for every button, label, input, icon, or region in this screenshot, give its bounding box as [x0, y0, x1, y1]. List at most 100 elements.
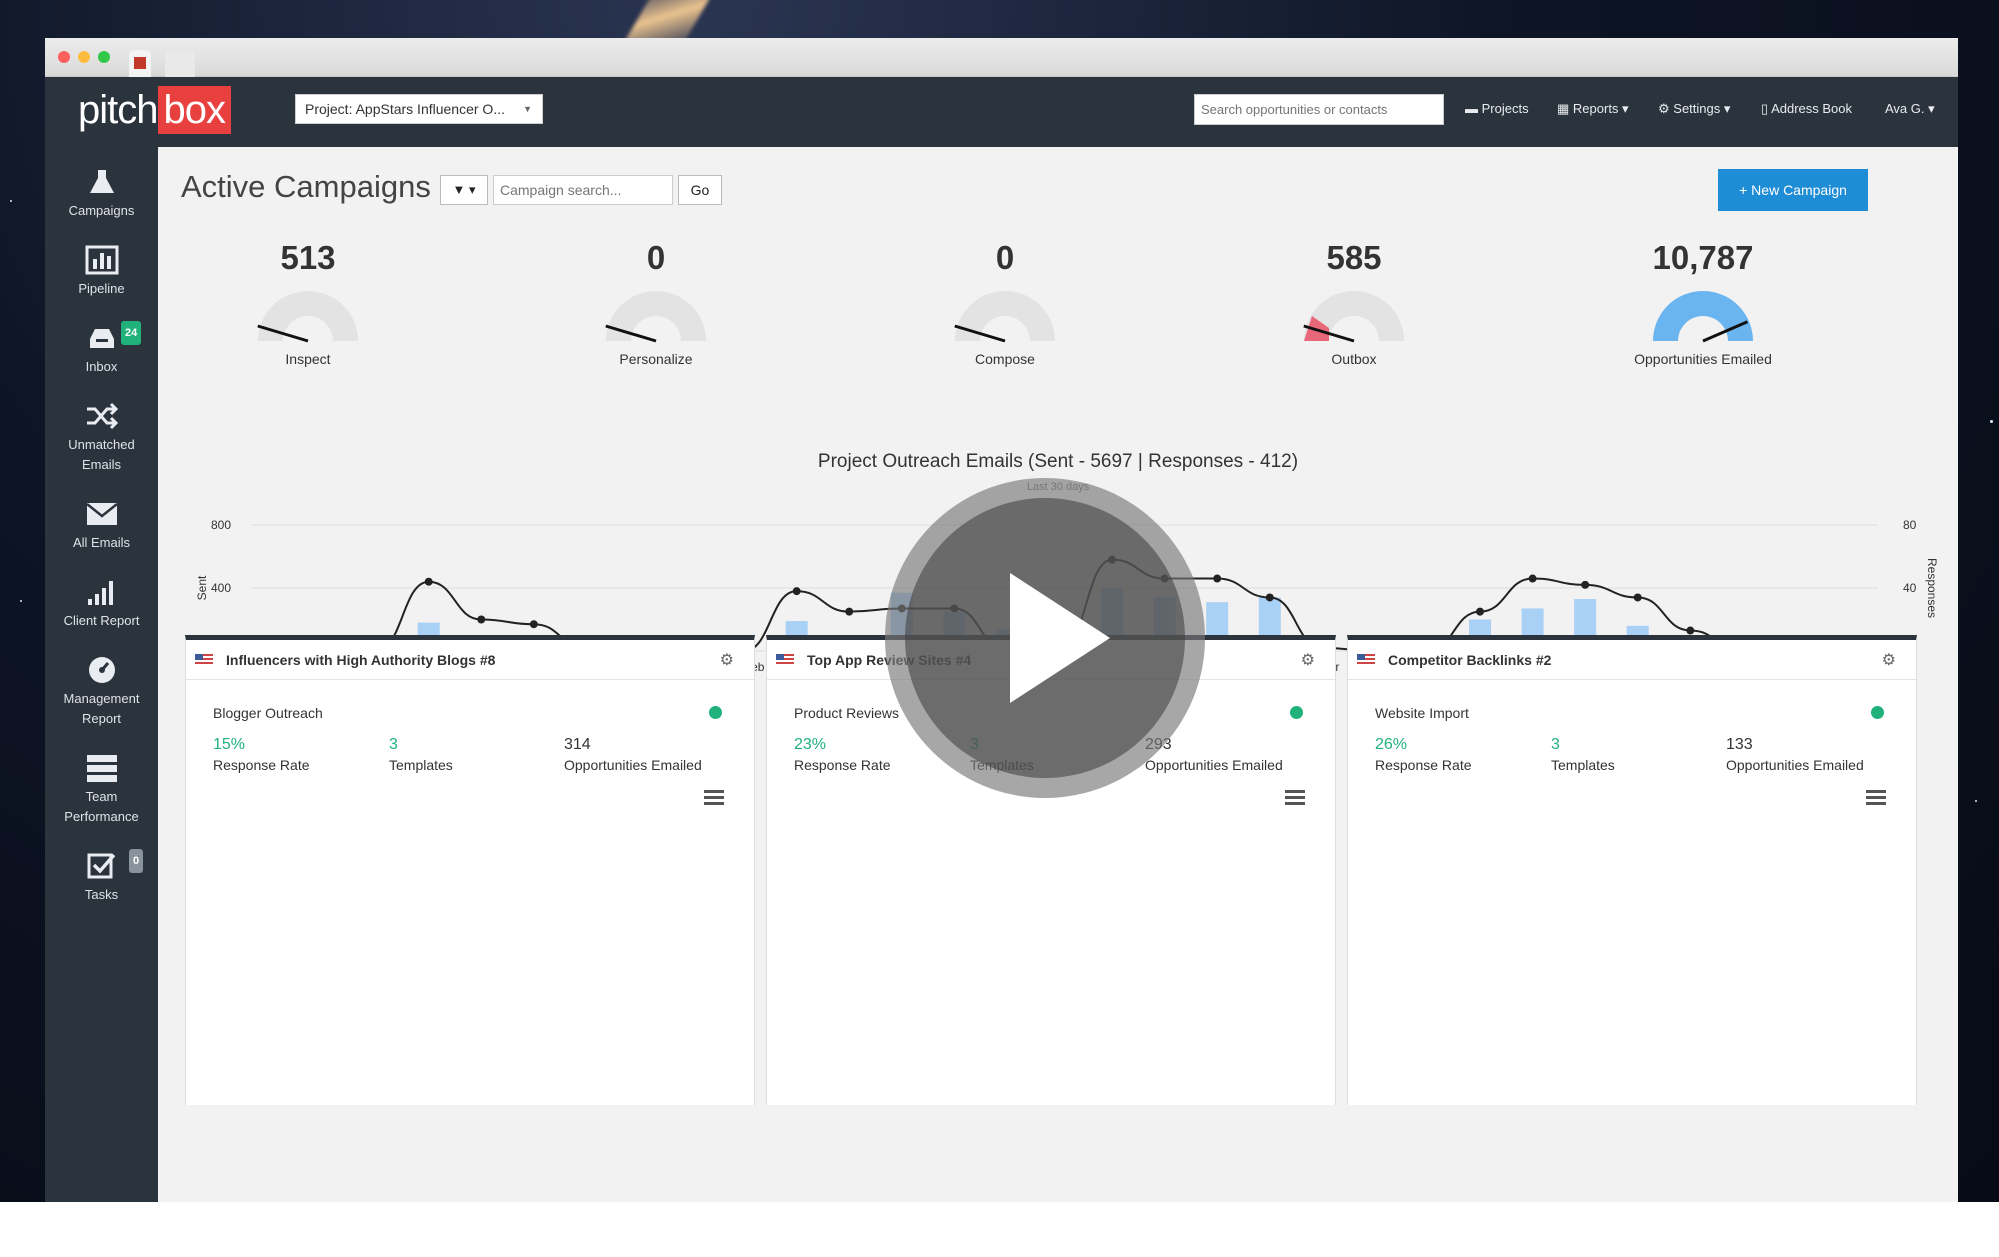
outreach-chart-title: Project Outreach Emails (Sent - 5697 | R…: [817, 451, 1299, 472]
campaign-type: Product Reviews: [794, 705, 900, 721]
folder-icon: ▬: [1465, 101, 1482, 116]
new-campaign-button[interactable]: + New Campaign: [1718, 169, 1868, 211]
gauge-outbox: 585 Outbox: [1264, 239, 1444, 367]
sidebar-item-management-report[interactable]: Management Report: [45, 655, 158, 729]
sidebar-item-label: Unmatched: [68, 437, 135, 452]
y-tick-label: 400: [211, 581, 231, 595]
emails-sent-point: [1633, 593, 1642, 602]
sidebar-item-label: Client Report: [63, 613, 140, 628]
star: [20, 600, 22, 602]
inbox-count-badge: 24: [121, 321, 142, 345]
gauge-label: Inspect: [285, 351, 331, 367]
campaign-title[interactable]: Competitor Backlinks #2: [1388, 652, 1551, 668]
opportunities-emailed-stat: 314 Opportunities Emailed: [564, 736, 702, 773]
templates-stat: 3 Templates: [389, 736, 453, 773]
pitchbox-logo[interactable]: pitch box: [78, 86, 231, 134]
project-select[interactable]: Project: AppStars Influencer O... ▼: [295, 94, 543, 124]
sidebar-item-label: Performance: [64, 809, 139, 824]
y2-tick-label: 40: [1903, 581, 1917, 595]
tasks-count-badge: 0: [129, 849, 144, 873]
browser-tab[interactable]: [129, 50, 151, 77]
close-window-button[interactable]: [58, 51, 70, 63]
settings-dropdown[interactable]: ⚙ Settings ▾: [1658, 101, 1730, 117]
sidebar-item-client-report[interactable]: Client Report: [45, 577, 158, 631]
gauge-dial-icon: [954, 291, 1055, 343]
campaign-type: Blogger Outreach: [213, 705, 323, 721]
sidebar-item-all-emails[interactable]: All Emails: [45, 499, 158, 553]
campaign-bar-chart: [767, 805, 1337, 1095]
gear-icon[interactable]: ⚙: [1882, 650, 1896, 670]
gauge-dial-icon: [1303, 291, 1404, 343]
gauge-personalize: 0 Personalize: [566, 239, 746, 367]
filter-dropdown-button[interactable]: ▼ ▾: [440, 175, 488, 205]
response-rate-label: Response Rate: [213, 757, 310, 773]
server-icon: [86, 755, 117, 782]
opportunity-search-input[interactable]: [1194, 94, 1444, 125]
address-book-link[interactable]: ▯ Address Book: [1761, 101, 1852, 117]
emails-sent-point: [424, 577, 433, 586]
campaign-panel: 0100200300400OpportunitiesInspectPersona…: [185, 635, 755, 1105]
user-menu[interactable]: Ava G. ▾: [1885, 101, 1935, 117]
templates-value: 3: [1551, 736, 1560, 753]
gauge-value: 0: [995, 239, 1015, 276]
sidebar-item-label: Inbox: [85, 359, 118, 374]
sidebar-item-tasks[interactable]: Tasks 0: [45, 849, 158, 905]
y2-tick-label: 80: [1903, 518, 1917, 532]
opportunities-emailed-label: Opportunities Emailed: [564, 757, 702, 773]
star: [1990, 420, 1993, 423]
templates-stat: 3 Templates: [1551, 736, 1615, 773]
us-flag-icon: 0100200300400OpportunitiesInspectPersona…: [776, 654, 794, 666]
templates-label: Templates: [1551, 757, 1615, 773]
campaign-title[interactable]: Influencers with High Authority Blogs #8: [226, 652, 495, 668]
emails-sent-point: [529, 620, 538, 629]
y2-axis-label: Responses: [1925, 558, 1939, 618]
gauge-opportunities-emailed: 10,787 Opportunities Emailed: [1613, 239, 1793, 367]
emails-sent-point: [1581, 580, 1590, 589]
response-rate-value: 23%: [794, 736, 827, 753]
emails-sent-point: [792, 587, 801, 596]
gauge-dial-icon: [1653, 291, 1753, 343]
emails-sent-point: [1686, 626, 1695, 635]
envelope-icon: [85, 503, 118, 525]
projects-link[interactable]: ▬ Projects: [1465, 101, 1529, 116]
favicon-icon: [134, 57, 146, 69]
sidebar-item-label: Tasks: [84, 887, 119, 902]
campaign-type: Website Import: [1375, 705, 1469, 721]
filter-icon: ▼: [452, 182, 466, 197]
gear-icon[interactable]: ⚙: [1301, 650, 1315, 670]
book-icon: ▯: [1761, 101, 1772, 116]
gauge-label: Compose: [975, 351, 1035, 367]
emails-sent-point: [845, 607, 854, 616]
video-play-button[interactable]: [885, 478, 1205, 798]
gauge-dial-icon: [605, 291, 706, 343]
sidebar-item-campaigns[interactable]: Campaigns: [45, 167, 158, 221]
emails-sent-point: [477, 615, 486, 624]
maximize-window-button[interactable]: [98, 51, 110, 63]
sidebar-item-team-performance[interactable]: Team Performance: [45, 753, 158, 827]
gauge-value: 10,787: [1652, 239, 1754, 276]
opportunities-emailed-value: 314: [564, 736, 591, 753]
inbox-icon: [89, 329, 114, 348]
gear-icon: ⚙: [1658, 101, 1674, 116]
sidebar-item-unmatched-emails[interactable]: Unmatched Emails: [45, 401, 158, 475]
sidebar: Campaigns Pipeline Inbox 24 Unmatched Em…: [45, 147, 158, 1202]
new-tab-button[interactable]: [165, 50, 195, 77]
opportunities-emailed-label: Opportunities Emailed: [1726, 757, 1864, 773]
y-tick-label: 800: [211, 518, 231, 532]
gauge-label: Personalize: [619, 351, 693, 367]
sidebar-item-pipeline[interactable]: Pipeline: [45, 245, 158, 299]
chart-icon: ▦: [1557, 101, 1573, 116]
sidebar-item-inbox[interactable]: Inbox 24: [45, 321, 158, 377]
minimize-window-button[interactable]: [78, 51, 90, 63]
gauge-dial-icon: [257, 291, 358, 343]
campaign-search-input[interactable]: [493, 175, 673, 205]
star: [1975, 800, 1977, 802]
logo-text-pitch: pitch: [78, 87, 158, 132]
response-rate-value: 15%: [213, 736, 246, 753]
flask-icon: [89, 170, 114, 193]
play-icon: [905, 498, 1185, 778]
opportunities-emailed-stat: 133 Opportunities Emailed: [1726, 736, 1864, 773]
reports-dropdown[interactable]: ▦ Reports ▾: [1557, 101, 1629, 117]
gear-icon[interactable]: ⚙: [720, 650, 734, 670]
go-button[interactable]: Go: [678, 175, 722, 205]
